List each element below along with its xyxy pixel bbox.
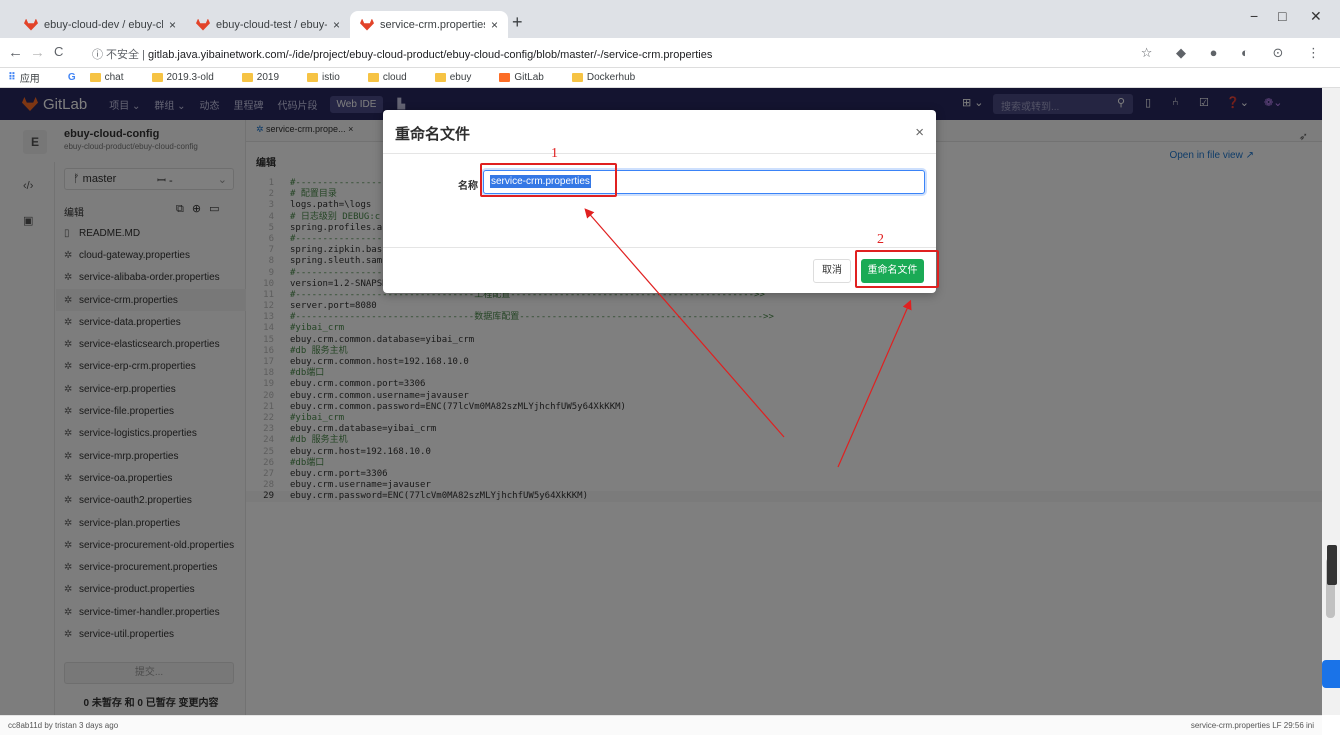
folder-icon (434, 73, 446, 82)
new-tab-button[interactable]: + (512, 12, 523, 33)
gitlab-favicon-icon (196, 18, 210, 31)
dialog-title: 重命名文件 (395, 126, 471, 143)
close-tab-icon[interactable]: × (169, 18, 176, 32)
browser-tab-title: ebuy-cloud-test / ebuy-cloud- (216, 18, 327, 31)
annotation-label-2: 2 (877, 232, 884, 247)
gitlab-icon (499, 73, 511, 82)
bookmark-chat[interactable]: chat (89, 72, 138, 83)
reload-icon[interactable]: C (54, 44, 63, 59)
browser-tab-active[interactable]: service-crm.properties · maste × (350, 11, 508, 38)
gitlab-favicon-icon (24, 18, 38, 31)
back-icon[interactable]: ← (8, 44, 23, 61)
browser-tab-title: ebuy-cloud-dev / ebuy-cloud- (44, 18, 163, 31)
bookmark-g[interactable]: G (68, 72, 76, 83)
maximize-button[interactable]: □ (1278, 8, 1286, 24)
annotation-box-1 (480, 163, 617, 197)
url-field[interactable]: ⓘ 不安全 | gitlab.java.yibainetwork.com/-/i… (92, 46, 712, 62)
teamviewer-icon[interactable] (1322, 660, 1340, 688)
browser-tab-strip: ebuy-cloud-dev / ebuy-cloud- × ebuy-clou… (0, 0, 1340, 38)
rename-file-dialog: 重命名文件 × 名称 service-crm.properties 取消 重命名… (383, 110, 936, 293)
forward-icon[interactable]: → (30, 44, 45, 61)
dialog-footer (383, 247, 936, 293)
browser-tab[interactable]: ebuy-cloud-test / ebuy-cloud- × (186, 11, 350, 38)
annotation-box-2 (855, 250, 939, 288)
name-label: 名称 (458, 181, 478, 192)
bookmark-apps[interactable]: ⠿ 应用 (8, 70, 54, 85)
apps-grid-icon: ⠿ (8, 72, 16, 83)
folder-icon (571, 73, 583, 82)
folder-icon (241, 73, 253, 82)
extension-icons[interactable]: ☆ ◆ ● ◐ ⊙ ⋮ (1141, 45, 1330, 61)
browser-tab-title: service-crm.properties · maste (380, 18, 485, 31)
folder-icon (89, 73, 101, 82)
close-icon[interactable]: × (915, 124, 924, 141)
gitlab-favicon-icon (360, 18, 374, 31)
close-window-button[interactable]: ✕ (1310, 8, 1322, 25)
folder-icon (151, 73, 163, 82)
bookmark-dockerhub[interactable]: Dockerhub (571, 72, 649, 83)
close-tab-icon[interactable]: × (491, 18, 498, 32)
side-widget[interactable] (1327, 545, 1337, 585)
bookmark-ebuy[interactable]: ebuy (434, 72, 486, 83)
url-text: gitlab.java.yibainetwork.com/-/ide/proje… (148, 49, 713, 61)
bookmarks-bar: ⠿ 应用 G chat 2019.3-old 2019 istio cloud e… (0, 68, 1340, 88)
annotation-label-1: 1 (551, 146, 558, 161)
bookmark-istio[interactable]: istio (307, 72, 354, 83)
address-bar: ← → C ⓘ 不安全 | gitlab.java.yibainetwork.c… (0, 38, 1340, 68)
bookmark-cloud[interactable]: cloud (367, 72, 421, 83)
minimize-button[interactable]: − (1250, 8, 1258, 24)
browser-tab[interactable]: ebuy-cloud-dev / ebuy-cloud- × (14, 11, 186, 38)
folder-icon (307, 73, 319, 82)
bookmark-gitlab[interactable]: GitLab (499, 72, 557, 83)
security-indicator[interactable]: ⓘ 不安全 | (92, 49, 145, 61)
bookmark-2019[interactable]: 2019 (241, 72, 293, 83)
page-scrollbar[interactable] (1322, 88, 1340, 715)
commit-info[interactable]: cc8ab11d by tristan 3 days ago (8, 721, 118, 730)
close-tab-icon[interactable]: × (333, 18, 340, 32)
status-bar: cc8ab11d by tristan 3 days ago service-c… (0, 715, 1322, 735)
cancel-button[interactable]: 取消 (813, 259, 851, 283)
file-status: service-crm.properties LF 29:56 ini (1190, 721, 1314, 730)
folder-icon (367, 73, 379, 82)
dialog-header: 重命名文件 × (383, 110, 936, 154)
bookmark-2019-3-old[interactable]: 2019.3-old (151, 72, 228, 83)
